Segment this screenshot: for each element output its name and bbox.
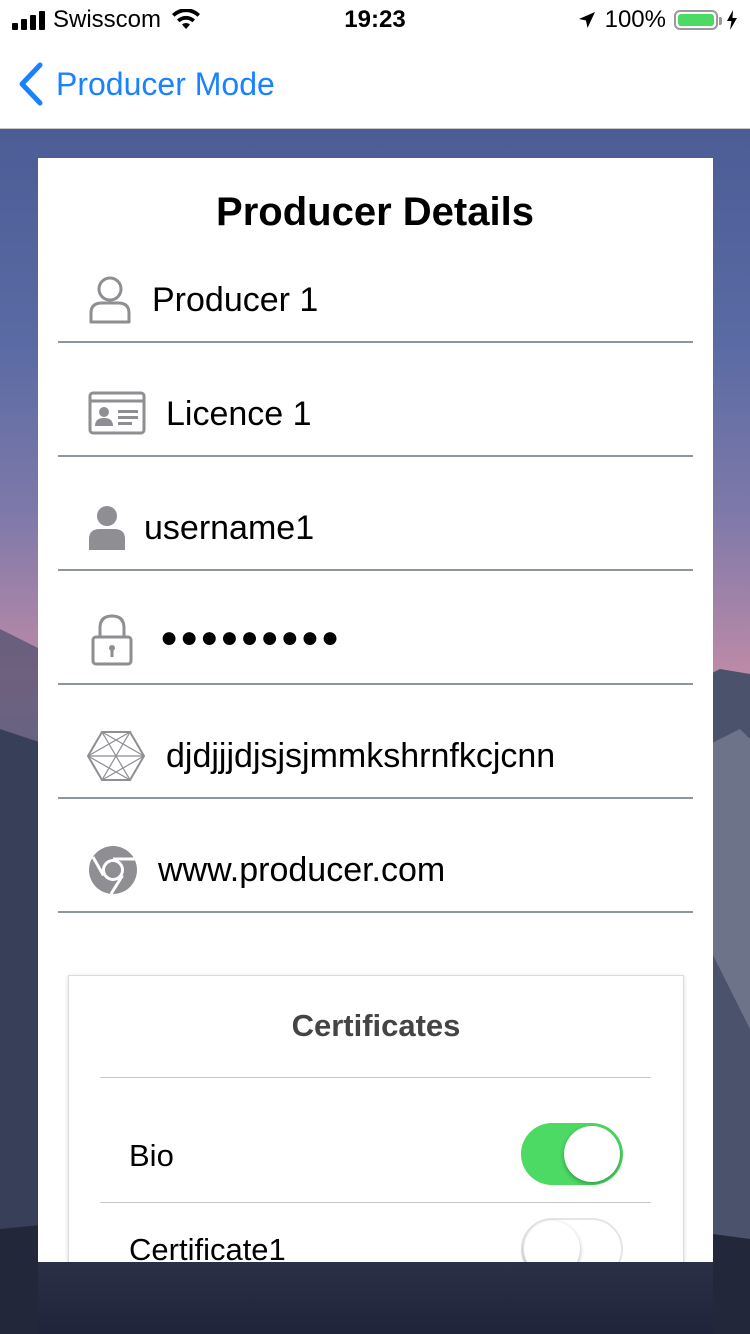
navigation-bar: Producer Mode (0, 40, 750, 129)
charging-bolt-icon (727, 10, 737, 30)
username-field[interactable]: username1 (58, 457, 693, 571)
divider (100, 1202, 651, 1203)
battery-percentage: 100% (604, 6, 666, 33)
password-field[interactable]: ●●●●●●●●● (58, 571, 693, 685)
status-bar-right: 100% (577, 6, 738, 34)
website-field[interactable]: www.producer.com (58, 799, 693, 913)
toggle-knob (564, 1126, 620, 1182)
location-arrow-icon (578, 12, 595, 28)
website-value: www.producer.com (158, 851, 446, 889)
certificates-panel: Certificates Bio Certificate1 (68, 975, 684, 1280)
chevron-left-icon (19, 62, 43, 106)
bio-toggle[interactable] (521, 1123, 623, 1185)
screen: Swisscom 19:23 100% Producer Mode Produc… (0, 0, 750, 1334)
battery-icon (674, 10, 722, 30)
password-value: ●●●●●●●●● (160, 621, 342, 654)
licence-field[interactable]: Licence 1 (58, 343, 693, 457)
back-button-label: Producer Mode (56, 65, 275, 102)
status-bar: Swisscom 19:23 100% (0, 0, 750, 40)
certificates-title: Certificates (291, 1008, 461, 1043)
back-button[interactable]: Producer Mode (18, 62, 275, 106)
certificate-label-bio: Bio (129, 1138, 174, 1173)
producer-name-value: Producer 1 (152, 281, 319, 319)
licence-value: Licence 1 (166, 395, 312, 433)
username-value: username1 (144, 509, 315, 547)
battery-level-fill (678, 14, 714, 26)
hexagon-key-icon (86, 731, 146, 781)
key-value: djdjjjdjsjsjmmkshrnfkcjcnn (166, 737, 556, 775)
producer-name-field[interactable]: Producer 1 (58, 229, 693, 343)
card-bottom-background (38, 1262, 713, 1334)
user-filled-icon (89, 506, 125, 550)
divider (100, 1077, 651, 1078)
key-field[interactable]: djdjjjdjsjsjmmkshrnfkcjcnn (58, 685, 693, 799)
browser-icon (89, 846, 137, 895)
id-card-icon (88, 391, 146, 435)
user-outline-icon (89, 276, 131, 324)
lock-icon (91, 614, 133, 666)
